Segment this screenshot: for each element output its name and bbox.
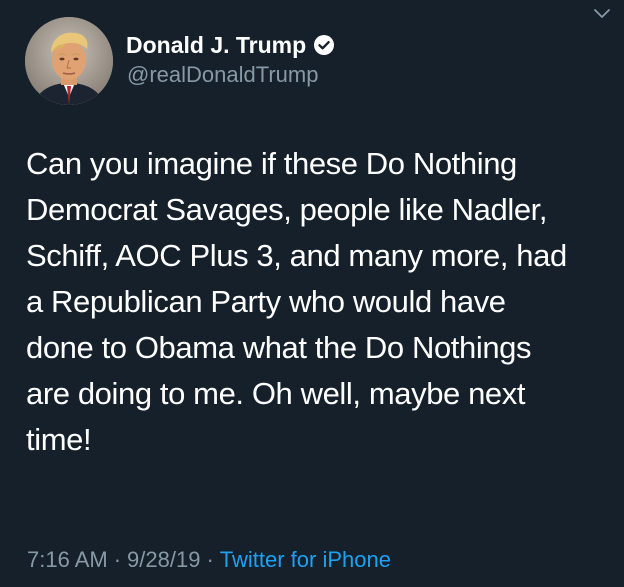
verified-badge-icon [313, 34, 335, 56]
avatar[interactable] [25, 17, 113, 105]
tweet-date[interactable]: 9/28/19 [127, 546, 200, 574]
user-handle[interactable]: @realDonaldTrump [127, 62, 318, 88]
separator-dot: · [113, 547, 122, 572]
display-name[interactable]: Donald J. Trump [126, 31, 306, 59]
avatar-image [25, 17, 113, 105]
chevron-down-icon[interactable] [593, 7, 611, 21]
author-name-row[interactable]: Donald J. Trump [126, 31, 335, 59]
tweet-card: Donald J. Trump @realDonaldTrump Can you… [0, 0, 624, 587]
separator-dot: · [206, 547, 214, 572]
tweet-time[interactable]: 7:16 AM [27, 546, 108, 574]
tweet-text: Can you imagine if these Do Nothing Demo… [26, 146, 567, 457]
tweet-source-link[interactable]: Twitter for iPhone [220, 546, 391, 574]
tweet-metadata: 7:16 AM · 9/28/19 · Twitter for iPhone [27, 546, 391, 574]
